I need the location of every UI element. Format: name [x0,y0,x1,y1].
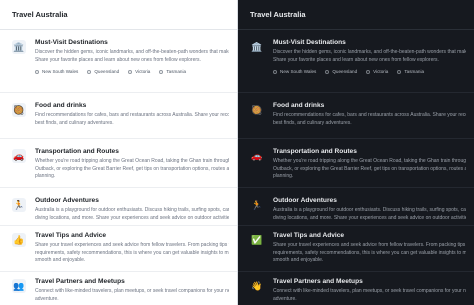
subcategory-tag[interactable]: New South Wales [273,69,316,74]
category-description: Find recommendations for cafes, bars and… [35,112,229,118]
category-description: best finds, and culinary adventures. [35,119,114,126]
category-transportation-and-routes[interactable]: 🚗 Transportation and Routes Whether you'… [0,138,237,187]
category-list: 🏛️ Must-Visit Destinations Discover the … [0,30,237,305]
subcategory-tag[interactable]: New South Wales [35,69,78,74]
category-food-and-drinks[interactable]: 🥘 Food and drinks Find recommendations f… [0,92,237,138]
people-icon: 👥 [12,279,26,293]
category-description: requirements, safety recommendations, th… [273,249,466,256]
category-description: Find recommendations for cafes, bars and… [273,112,466,118]
category-outdoor-adventures[interactable]: 🏃 Outdoor Adventures Australia is a play… [238,187,474,225]
category-transportation-and-routes[interactable]: 🚗 Transportation and Routes Whether you'… [238,138,474,187]
category-list: 🏛️ Must-Visit Destinations Discover the … [238,30,474,305]
subcategory-tags: New South Wales Queensland Victoria Tasm… [273,69,466,74]
category-title[interactable]: Transportation and Routes [35,148,229,155]
subcategory-tag[interactable]: Queensland [87,69,119,74]
category-description: Discover the hidden gems, iconic landmar… [35,49,229,55]
category-title[interactable]: Outdoor Adventures [35,197,229,204]
category-description: Share your favorite places and learn abo… [273,56,439,63]
food-icon: 🥘 [12,103,26,117]
category-description: Connect with like-minded travelers, plan… [35,288,229,294]
category-travel-tips-and-advice[interactable]: ✅ Travel Tips and Advice Share your trav… [238,225,474,271]
circle-icon [273,69,277,74]
subcategory-tag[interactable]: Queensland [325,69,357,74]
circle-icon [159,69,164,74]
category-description: Share your favorite places and learn abo… [35,56,201,63]
category-description: adventure. [35,295,59,302]
food-icon: 🥘 [251,104,263,115]
dark-theme-panel: Travel Australia 🏛️ Must-Visit Destinati… [238,0,474,305]
category-title[interactable]: Food and drinks [35,102,229,109]
subcategory-tag[interactable]: Tasmania [397,69,424,74]
category-description: smooth and enjoyable. [273,257,324,264]
page-title: Travel Australia [0,0,237,30]
category-travel-partners-and-meetups[interactable]: 👥 Travel Partners and Meetups Connect wi… [0,271,237,305]
category-must-visit-destinations[interactable]: 🏛️ Must-Visit Destinations Discover the … [0,30,237,92]
category-food-and-drinks[interactable]: 🥘 Food and drinks Find recommendations f… [238,92,474,138]
category-description: requirements, safety recommendations, th… [35,249,229,256]
category-title[interactable]: Must-Visit Destinations [273,39,466,46]
landmark-icon: 🏛️ [12,40,26,54]
page-title: Travel Australia [238,0,474,30]
category-description: planning. [273,173,294,180]
category-description: Outback, or exploring the Great Barrier … [273,165,466,172]
thumbs-up-icon: 👍 [12,233,26,247]
circle-icon [397,69,402,74]
category-title[interactable]: Food and drinks [273,102,466,109]
category-description: Whether you're road tripping along the G… [273,158,466,164]
category-description: adventure. [273,295,297,302]
category-description: diving locations, and more. Share your e… [273,214,466,221]
circle-icon [128,69,133,74]
category-description: Connect with like-minded travelers, plan… [273,288,466,294]
category-outdoor-adventures[interactable]: 🏃 Outdoor Adventures Australia is a play… [0,187,237,225]
category-description: diving locations, and more. Share your e… [35,214,229,221]
category-title[interactable]: Travel Tips and Advice [35,232,229,239]
runner-icon: 🏃 [251,199,263,210]
car-icon: 🚗 [12,149,26,163]
category-description: Discover the hidden gems, iconic landmar… [273,49,466,55]
category-title[interactable]: Transportation and Routes [273,148,466,155]
category-title[interactable]: Travel Partners and Meetups [35,278,229,285]
category-title[interactable]: Outdoor Adventures [273,197,466,204]
category-travel-partners-and-meetups[interactable]: 👋 Travel Partners and Meetups Connect wi… [238,271,474,305]
category-title[interactable]: Travel Tips and Advice [273,232,466,239]
category-description: Whether you're road tripping along the G… [35,158,229,164]
category-description: Share your travel experiences and seek a… [35,242,229,248]
category-travel-tips-and-advice[interactable]: 👍 Travel Tips and Advice Share your trav… [0,225,237,271]
category-description: smooth and enjoyable. [35,257,86,264]
subcategory-tag[interactable]: Victoria [128,69,150,74]
category-description: planning. [35,173,56,180]
category-description: Outback, or exploring the Great Barrier … [35,165,229,172]
category-description: Share your travel experiences and seek a… [273,242,466,248]
runner-icon: 🏃 [12,198,26,212]
circle-icon [366,69,371,74]
circle-icon [325,69,330,74]
subcategory-tags: New South Wales Queensland Victoria Tasm… [35,69,229,74]
category-description: Australia is a playground for outdoor en… [273,207,466,213]
category-title[interactable]: Must-Visit Destinations [35,39,229,46]
light-theme-panel: Travel Australia 🏛️ Must-Visit Destinati… [0,0,238,305]
category-description: best finds, and culinary adventures. [273,119,352,126]
circle-icon [35,69,39,74]
landmark-icon: 🏛️ [251,41,263,52]
checkmark-icon: ✅ [251,234,263,245]
subcategory-tag[interactable]: Tasmania [159,69,186,74]
category-must-visit-destinations[interactable]: 🏛️ Must-Visit Destinations Discover the … [238,30,474,92]
car-icon: 🚗 [251,150,263,161]
category-title[interactable]: Travel Partners and Meetups [273,278,466,285]
category-description: Australia is a playground for outdoor en… [35,207,229,213]
waving-hand-icon: 👋 [251,280,263,291]
subcategory-tag[interactable]: Victoria [366,69,388,74]
circle-icon [87,69,92,74]
